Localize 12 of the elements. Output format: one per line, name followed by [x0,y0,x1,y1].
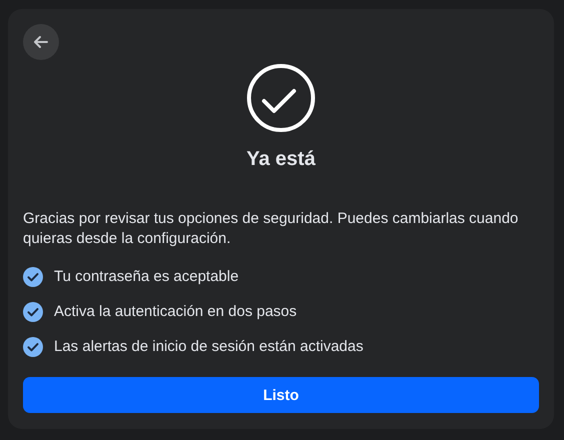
checklist-item: Activa la autenticación en dos pasos [54,302,297,322]
check-circle-icon [23,302,43,322]
check-circle-icon [23,337,43,357]
description-text: Gracias por revisar tus opciones de seguridad. Puedes cambiarlas cuando quieras desde la configuración. [23,209,520,249]
check-circle-icon [246,63,316,133]
back-button[interactable] [23,24,59,60]
arrow-left-icon [32,33,50,51]
dialog-title: Ya está [246,147,316,171]
done-button[interactable]: Listo [23,377,539,413]
checklist-item: Las alertas de inicio de sesión están activadas [54,337,364,357]
check-circle-icon [23,267,43,287]
checklist-item: Tu contraseña es aceptable [54,267,239,287]
